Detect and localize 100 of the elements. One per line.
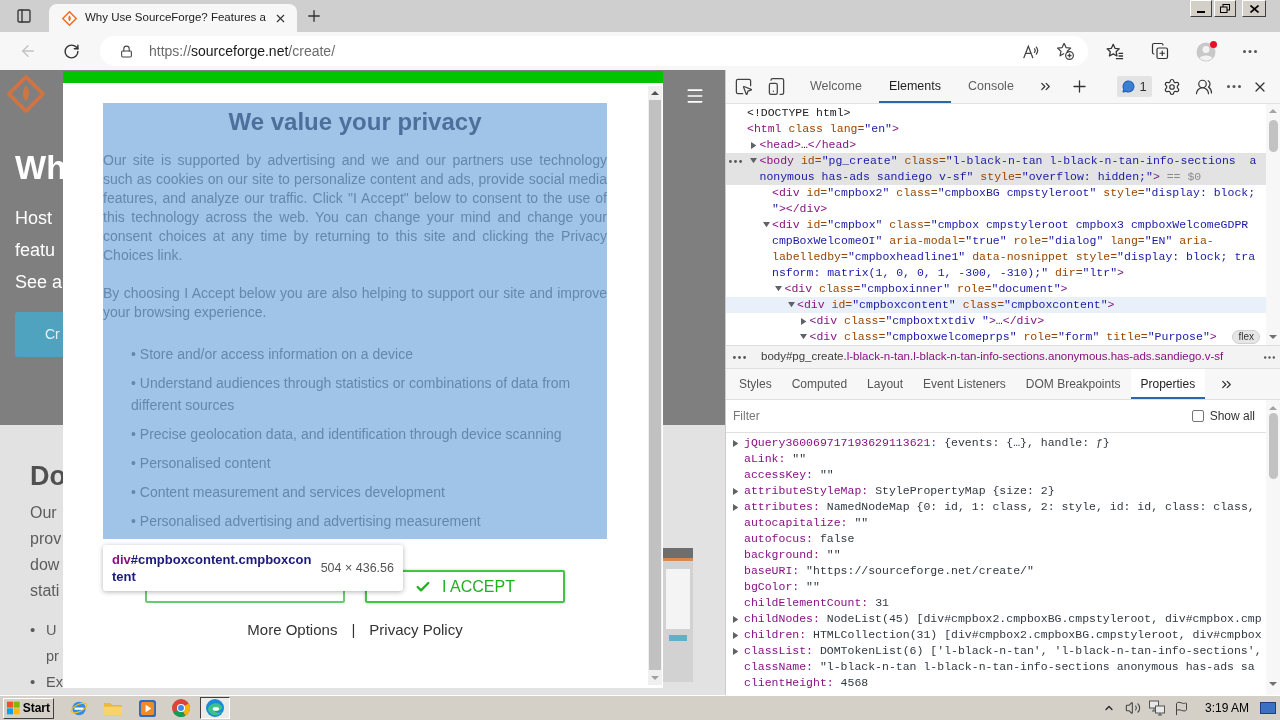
devtools-tab[interactable]: Console	[958, 70, 1024, 103]
purpose-item: • Personalised content	[131, 454, 272, 473]
new-tab-icon[interactable]	[305, 7, 323, 25]
scrollbar-thumb[interactable]	[1268, 413, 1278, 479]
devtools-tab[interactable]: Elements	[878, 70, 951, 103]
element-markup: <div id="cmpbox2" class="cmpboxBG cmpstyleroot" style="display: block; "></div>	[772, 185, 1256, 217]
issues-button[interactable]: 1	[1117, 76, 1152, 97]
intro-text: See a	[15, 271, 63, 294]
scroll-down-arrow-icon[interactable]	[1269, 335, 1277, 339]
panel-tab[interactable]: Event Listeners	[913, 369, 1016, 399]
intro-text: Host	[15, 207, 53, 230]
element-markup: <!DOCTYPE html>	[747, 105, 851, 121]
media-play-icon[interactable]	[138, 699, 156, 717]
settings-icon[interactable]	[1163, 77, 1181, 96]
triangle-right-icon[interactable]	[733, 615, 739, 623]
triangle-right-icon[interactable]	[733, 503, 739, 511]
section-text: stati	[30, 581, 61, 601]
devtools-tab[interactable]: Welcome	[800, 70, 872, 103]
purpose-item: • Store and/or access information on a device	[131, 345, 414, 364]
triangle-right-icon[interactable]	[733, 647, 739, 655]
swirl-logo-icon[interactable]	[206, 699, 224, 717]
checkbox-label: Show all	[1209, 408, 1255, 425]
footer-link[interactable]: Privacy Policy	[369, 620, 463, 640]
triangle-down-icon[interactable]	[750, 158, 757, 164]
minimize-button[interactable]	[1190, 0, 1212, 17]
list-text: Ex	[46, 673, 63, 692]
address-field[interactable]: https://sourceforge.net/create/	[100, 36, 1088, 66]
read-aloud-icon[interactable]	[1023, 43, 1039, 59]
selector-text: div#cmpboxcontent.cmpboxcontent	[112, 551, 312, 585]
panel-tab[interactable]: Layout	[857, 369, 914, 399]
speaker-icon[interactable]	[1124, 700, 1141, 716]
triangle-down-icon[interactable]	[762, 222, 770, 228]
section-text: Our	[30, 503, 58, 523]
purpose-item: • Understand audiences through statistics or combinations of data from different sources	[131, 374, 572, 415]
start-button[interactable]: Start	[3, 697, 54, 719]
checkbox[interactable]	[1191, 410, 1204, 422]
property-line: jQuery360069717193629113621: {events: {…}, handle: ƒ}	[744, 435, 1110, 451]
ellipsis-icon[interactable]	[1264, 355, 1275, 359]
section-text: prov	[30, 529, 63, 549]
restore-button[interactable]	[1214, 0, 1236, 17]
element-markup: <div id="cmpbox" class="cmpbox cmpstyleroot cmpbox3 cmpboxWelcomeGDPR cmpBoxWelcomeOI" aria-modal="true" role="dialog" lang="EN" aria- labelledby="cmpboxheadline1" data-nosnippet style="display: block; tra nsform: matrix(1, 0, 0, 1, -300, -310);" dir="ltr">	[772, 217, 1256, 281]
triangle-right-icon[interactable]	[800, 318, 807, 325]
property-line: attributeStyleMap: StylePropertyMap {size: 2}	[744, 483, 1055, 499]
diamond-logo-icon	[62, 10, 77, 26]
scrollbar-thumb[interactable]	[1268, 120, 1278, 152]
triangle-right-icon[interactable]	[733, 439, 739, 447]
property-line: baseURI: "https://sourceforge.net/create/"	[744, 563, 1034, 579]
avatar-icon[interactable]	[1196, 40, 1218, 62]
inspect-icon[interactable]	[734, 77, 753, 96]
device-icon[interactable]	[767, 77, 786, 96]
purpose-item: • Content measurement and services development	[131, 483, 446, 502]
property-line: clientHeight: 4568	[744, 675, 869, 691]
filter-field[interactable]: Filter	[733, 405, 1133, 427]
list-text: pr	[46, 647, 59, 666]
lock-icon	[120, 44, 133, 58]
section-heading: Do	[30, 460, 63, 492]
list-bullet: •	[30, 672, 37, 692]
panel-tab[interactable]: Properties	[1130, 369, 1206, 399]
star-plus-icon[interactable]	[1056, 42, 1074, 60]
property-line: className: "l-black-n-tan l-black-n-tan-info-sections anonymous has-ads sa	[744, 659, 1255, 675]
property-line: autocapitalize: ""	[744, 515, 869, 531]
globe-orbit-icon[interactable]	[70, 699, 88, 717]
triangle-down-icon[interactable]	[800, 334, 807, 340]
hovered-row[interactable]: <div id="cmpboxcontent" class="cmpboxcontent">	[726, 297, 1266, 313]
circle-logo-icon[interactable]	[172, 699, 190, 717]
panel-tab[interactable]: Styles	[729, 369, 782, 399]
purpose-item: • Precise geolocation data, and identification through device scanning	[131, 425, 563, 444]
url-text: https://sourceforge.net/create/	[149, 41, 336, 61]
scrollbar-thumb[interactable]	[649, 100, 661, 670]
triangle-right-icon[interactable]	[733, 487, 739, 495]
panel-tab[interactable]: DOM Breakpoints	[1015, 369, 1131, 399]
element-markup: <div class="cmpboxinner" role="document">	[784, 281, 1068, 297]
people-icon[interactable]	[1195, 77, 1213, 96]
scroll-up-arrow-icon[interactable]	[651, 91, 659, 95]
property-line: classList: DOMTokenList(6) ['l-black-n-tan', 'l-black-n-tan-info-sections',	[744, 643, 1262, 659]
refresh-icon[interactable]	[63, 42, 80, 60]
triangle-down-icon[interactable]	[787, 302, 795, 308]
list-bullet: •	[30, 620, 37, 640]
dialog-title: We value your privacy	[227, 107, 483, 137]
ellipsis-icon[interactable]	[1227, 85, 1241, 88]
triangle-right-icon[interactable]	[750, 142, 757, 149]
network-icon[interactable]	[1148, 700, 1165, 716]
footer-link[interactable]: More Options	[247, 620, 338, 640]
panel-tab[interactable]: Computed	[781, 369, 858, 399]
close-icon	[1249, 4, 1259, 13]
scroll-down-arrow-icon[interactable]	[1269, 682, 1277, 686]
property-line: childElementCount: 31	[744, 595, 889, 611]
ellipsis-icon[interactable]	[733, 355, 746, 359]
favorites-icon[interactable]	[1106, 42, 1124, 60]
tab-actions-icon[interactable]	[16, 8, 32, 24]
collections-icon[interactable]	[1151, 42, 1169, 60]
close-button[interactable]	[1242, 0, 1266, 17]
layout-badge: flex	[1232, 330, 1260, 344]
flag-icon[interactable]	[1173, 700, 1189, 716]
browser-tab[interactable]: Why Use SourceForge? Features a	[49, 4, 297, 32]
clock-text: 3:19 AM	[1204, 700, 1249, 717]
ellipsis-icon[interactable]	[729, 160, 742, 163]
triangle-down-icon[interactable]	[775, 286, 782, 292]
ellipsis-icon[interactable]	[1243, 49, 1257, 53]
triangle-right-icon[interactable]	[733, 631, 739, 639]
